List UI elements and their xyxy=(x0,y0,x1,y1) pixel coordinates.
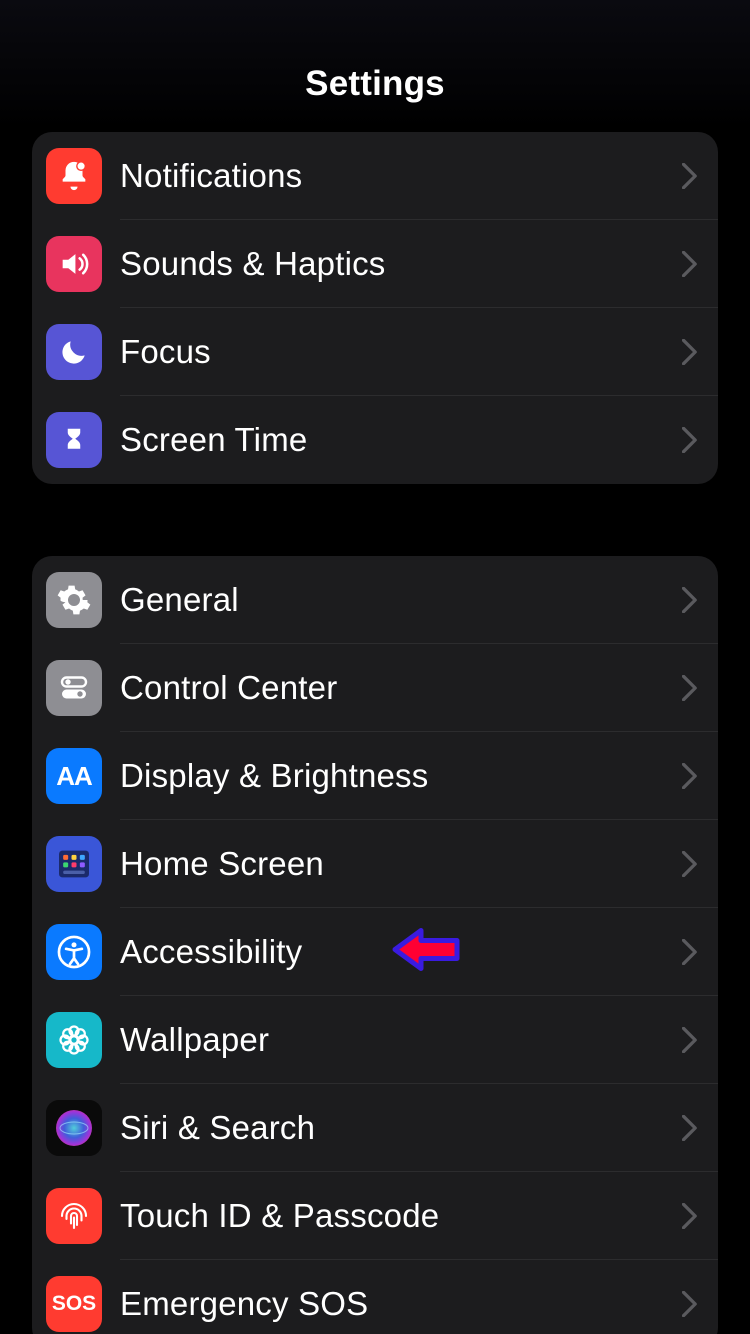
gear-icon xyxy=(46,572,102,628)
row-label: Touch ID & Passcode xyxy=(120,1197,439,1235)
row-sounds-haptics[interactable]: Sounds & Haptics xyxy=(32,220,718,308)
moon-icon xyxy=(46,324,102,380)
switches-icon xyxy=(46,660,102,716)
row-label: Notifications xyxy=(120,157,302,195)
row-label: Screen Time xyxy=(120,421,307,459)
chevron-right-icon xyxy=(682,763,698,789)
page-title: Settings xyxy=(305,64,445,104)
chevron-right-icon xyxy=(682,587,698,613)
chevron-right-icon xyxy=(682,339,698,365)
row-label: Emergency SOS xyxy=(120,1285,368,1323)
row-label: Display & Brightness xyxy=(120,757,428,795)
chevron-right-icon xyxy=(682,675,698,701)
row-label: General xyxy=(120,581,239,619)
row-screen-time[interactable]: Screen Time xyxy=(32,396,718,484)
row-control-center[interactable]: Control Center xyxy=(32,644,718,732)
row-home-screen[interactable]: Home Screen xyxy=(32,820,718,908)
row-label: Sounds & Haptics xyxy=(120,245,386,283)
hourglass-icon xyxy=(46,412,102,468)
row-label: Siri & Search xyxy=(120,1109,315,1147)
highlight-arrow-icon xyxy=(387,923,465,982)
row-notifications[interactable]: Notifications xyxy=(32,132,718,220)
chevron-right-icon xyxy=(682,1291,698,1317)
row-wallpaper[interactable]: Wallpaper xyxy=(32,996,718,1084)
navigation-header: Settings xyxy=(0,0,750,128)
siri-icon xyxy=(46,1100,102,1156)
chevron-right-icon xyxy=(682,939,698,965)
row-focus[interactable]: Focus xyxy=(32,308,718,396)
fingerprint-icon xyxy=(46,1188,102,1244)
settings-section-2: General Control Center AA Display & Brig… xyxy=(32,556,718,1334)
grid-icon xyxy=(46,836,102,892)
row-touch-id[interactable]: Touch ID & Passcode xyxy=(32,1172,718,1260)
row-accessibility[interactable]: Accessibility xyxy=(32,908,718,996)
bell-icon xyxy=(46,148,102,204)
row-siri-search[interactable]: Siri & Search xyxy=(32,1084,718,1172)
chevron-right-icon xyxy=(682,1115,698,1141)
speaker-icon xyxy=(46,236,102,292)
row-display-brightness[interactable]: AA Display & Brightness xyxy=(32,732,718,820)
row-label: Accessibility xyxy=(120,933,302,971)
chevron-right-icon xyxy=(682,1027,698,1053)
chevron-right-icon xyxy=(682,427,698,453)
chevron-right-icon xyxy=(682,251,698,277)
row-label: Focus xyxy=(120,333,211,371)
sos-icon: SOS xyxy=(46,1276,102,1332)
row-label: Wallpaper xyxy=(120,1021,269,1059)
chevron-right-icon xyxy=(682,1203,698,1229)
row-label: Home Screen xyxy=(120,845,324,883)
row-label: Control Center xyxy=(120,669,337,707)
aa-icon: AA xyxy=(46,748,102,804)
row-emergency-sos[interactable]: SOS Emergency SOS xyxy=(32,1260,718,1334)
settings-section-1: Notifications Sounds & Haptics Focus Scr… xyxy=(32,132,718,484)
flower-icon xyxy=(46,1012,102,1068)
row-general[interactable]: General xyxy=(32,556,718,644)
person-circle-icon xyxy=(46,924,102,980)
chevron-right-icon xyxy=(682,163,698,189)
chevron-right-icon xyxy=(682,851,698,877)
